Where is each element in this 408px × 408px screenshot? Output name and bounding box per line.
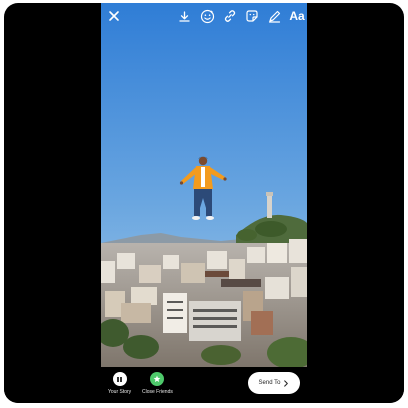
link-button[interactable] [221, 7, 239, 25]
face-effects-button[interactable] [198, 7, 216, 25]
city-photo [101, 3, 307, 367]
your-story-avatar [112, 372, 127, 386]
draw-icon [268, 10, 280, 23]
download-button[interactable] [175, 7, 193, 25]
share-bar: Your Story Close Friends Send To [4, 367, 404, 403]
device-frame: Aa Your Story Close Friends Send To [4, 3, 404, 403]
star-icon [154, 375, 161, 383]
your-story-button[interactable]: Your Story [108, 372, 131, 395]
sticker-button[interactable] [243, 7, 261, 25]
sticker-face-icon [200, 9, 214, 23]
coit-tower [267, 194, 272, 218]
send-to-label: Send To [258, 380, 281, 386]
text-tool-button[interactable]: Aa [287, 7, 307, 25]
your-story-label: Your Story [108, 389, 132, 395]
close-friends-button[interactable]: Close Friends [142, 372, 173, 395]
download-icon [178, 10, 190, 22]
chevron-right-icon [284, 379, 289, 387]
story-toolbar: Aa [101, 3, 307, 29]
text-tool-label: Aa [289, 9, 305, 23]
close-friends-label: Close Friends [142, 389, 173, 395]
close-friends-badge [150, 372, 165, 386]
close-icon [109, 11, 119, 21]
man-head [198, 156, 208, 166]
pause-icon [117, 376, 122, 382]
sticker-icon [246, 10, 258, 22]
draw-button[interactable] [265, 7, 283, 25]
close-button[interactable] [105, 7, 123, 25]
story-canvas[interactable] [101, 3, 307, 367]
send-to-button[interactable]: Send To [248, 372, 300, 394]
link-icon [224, 10, 236, 22]
